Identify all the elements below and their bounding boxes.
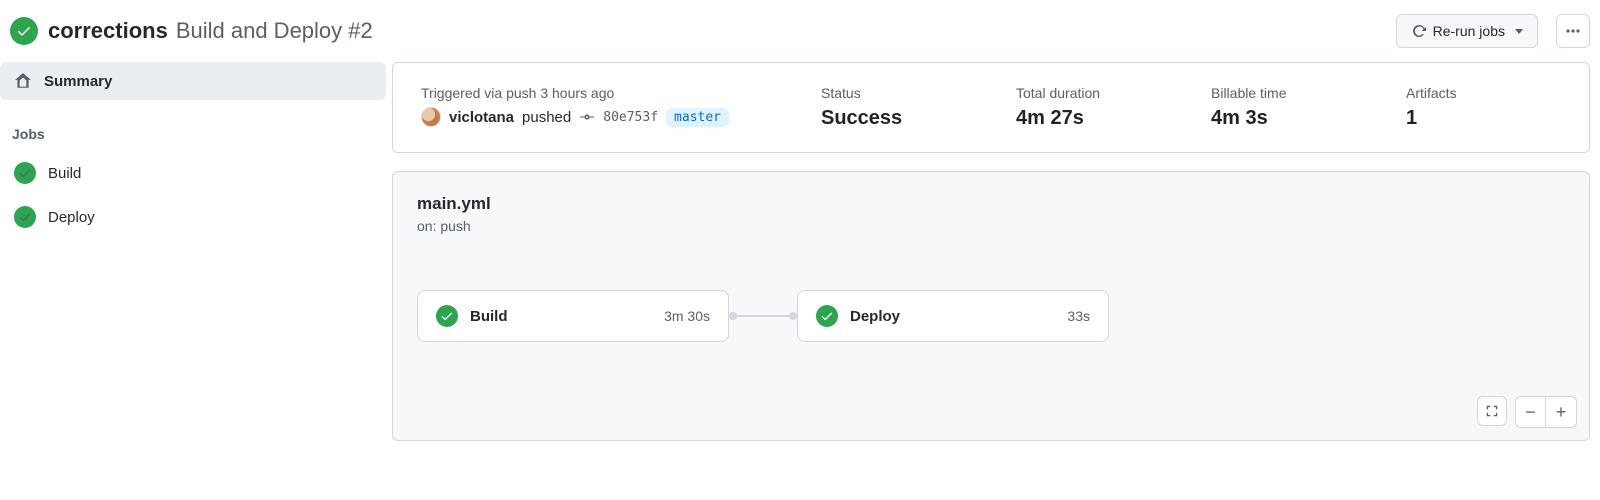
trigger-label: Triggered via push 3 hours ago [421,85,781,101]
billable-time-label: Billable time [1211,85,1366,101]
sidebar-item-job-deploy[interactable]: Deploy [0,196,386,238]
graph-connector [729,312,797,320]
branch-tag[interactable]: master [666,108,729,127]
rerun-jobs-label: Re-run jobs [1433,23,1505,39]
node-status-success-icon [436,305,458,327]
zoom-controls: − + [1515,396,1577,428]
graph-nodes: Build 3m 30s Deploy 33s [417,290,1565,342]
artifacts-label: Artifacts [1406,85,1561,101]
fullscreen-button[interactable] [1477,396,1507,426]
action-verb: pushed [522,109,571,126]
node-name: Deploy [850,308,900,325]
graph-node-deploy[interactable]: Deploy 33s [797,290,1109,342]
sidebar-summary-label: Summary [44,73,112,90]
workflow-trigger-type: on: push [417,218,1565,234]
sidebar-jobs-heading: Jobs [0,108,392,150]
run-summary-box: Triggered via push 3 hours ago viclotana… [392,62,1590,153]
run-title: corrections Build and Deploy #2 [48,18,373,44]
sidebar-item-job-build[interactable]: Build [0,152,386,194]
workflow-name-and-number: Build and Deploy #2 [176,18,373,44]
sync-icon [1411,23,1427,39]
artifacts-value[interactable]: 1 [1406,107,1561,130]
status-value: Success [821,107,976,130]
job-status-success-icon [14,162,36,184]
zoom-out-button[interactable]: − [1516,397,1546,427]
actor-name[interactable]: viclotana [449,109,514,126]
commit-sha[interactable]: 80e753f [603,110,658,125]
node-name: Build [470,308,508,325]
actor-avatar[interactable] [421,107,441,127]
total-duration-value[interactable]: 4m 27s [1016,107,1171,130]
graph-controls: − + [1477,396,1577,428]
node-duration: 33s [1067,308,1090,324]
graph-node-build[interactable]: Build 3m 30s [417,290,729,342]
main-content: Triggered via push 3 hours ago viclotana… [392,62,1600,441]
fullscreen-icon [1485,404,1499,418]
commit-message: corrections [48,18,168,44]
chevron-down-icon [1515,29,1523,34]
workflow-file-name[interactable]: main.yml [417,194,1565,214]
job-status-success-icon [14,206,36,228]
commit-icon [579,109,595,125]
connector-dot [729,312,737,320]
connector-line [737,315,789,317]
rerun-jobs-button[interactable]: Re-run jobs [1396,14,1538,48]
more-actions-button[interactable] [1556,14,1590,48]
total-duration-label: Total duration [1016,85,1171,101]
job-name-label: Build [48,165,81,182]
plus-icon: + [1556,403,1567,421]
trigger-detail: viclotana pushed 80e753f master [421,107,781,127]
home-icon [14,72,32,90]
run-status-success-icon [10,17,38,45]
sidebar-item-summary[interactable]: Summary [0,62,386,100]
job-name-label: Deploy [48,209,95,226]
sidebar: Summary Jobs Build Deploy [0,62,392,240]
zoom-in-button[interactable]: + [1546,397,1576,427]
workflow-run-header: corrections Build and Deploy #2 Re-run j… [0,0,1600,62]
node-status-success-icon [816,305,838,327]
kebab-icon [1565,23,1581,39]
minus-icon: − [1525,403,1536,421]
status-label: Status [821,85,976,101]
connector-dot [789,312,797,320]
billable-time-value[interactable]: 4m 3s [1211,107,1366,130]
node-duration: 3m 30s [664,308,710,324]
workflow-graph: main.yml on: push Build 3m 30s [392,171,1590,441]
